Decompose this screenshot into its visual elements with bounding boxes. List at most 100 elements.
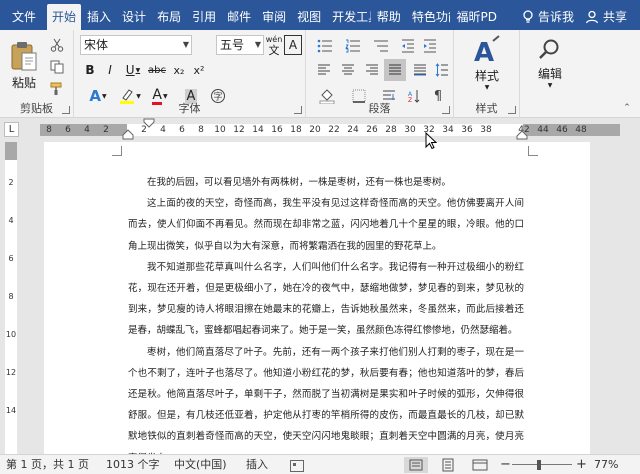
paragraph-dialog-launcher[interactable]: [442, 106, 450, 114]
ruler-number: 10: [214, 125, 226, 135]
justify-button[interactable]: [384, 59, 406, 81]
word-window: 文件 开始 插入 设计 布局 引用 邮件 审阅 视图 开发工具 帮助 特色功能 …: [0, 0, 640, 474]
paintbrush-icon: [50, 82, 62, 95]
paragraph[interactable]: 这上面的夜的天空，奇怪而高，我生平没有见过这样奇怪而高的天空。他仿佛要离开人间而…: [128, 193, 524, 257]
person-icon: [585, 10, 599, 24]
format-painter-button[interactable]: [48, 80, 66, 98]
paragraph[interactable]: 枣树，他们简直落尽了叶子。先前，还有一两个孩子来打他们别人打剩的枣子，现在是一个…: [128, 342, 524, 454]
word-count[interactable]: 1013 个字: [106, 455, 160, 474]
read-mode-button[interactable]: [404, 457, 428, 473]
tab-help[interactable]: 帮助: [372, 4, 406, 30]
ruler-number: 6: [65, 125, 71, 135]
bullets-button[interactable]: [312, 36, 338, 56]
left-indent-marker[interactable]: [122, 118, 134, 142]
outdent-icon: [402, 39, 414, 53]
read-mode-icon: [409, 459, 423, 471]
zoom-level[interactable]: 77%: [594, 455, 618, 474]
tab-selector-button[interactable]: L: [4, 122, 19, 137]
chevron-down-icon: ▼: [547, 82, 553, 89]
wen-button[interactable]: wén 文: [266, 35, 283, 58]
vertical-ruler-number: 14: [5, 406, 17, 415]
macro-record-button[interactable]: [290, 459, 304, 472]
language-indicator[interactable]: 中文(中国): [174, 455, 227, 474]
tab-special-features[interactable]: 特色功能: [407, 4, 451, 30]
tab-mailings[interactable]: 邮件: [222, 4, 256, 30]
chevron-down-icon: ▼: [135, 66, 141, 74]
crop-mark-top-right: [528, 146, 538, 156]
document-page[interactable]: 在我的后园，可以看见墙外有两株树，一株是枣树，还有一株也是枣树。 这上面的夜的天…: [44, 142, 590, 454]
align-center-icon: [342, 64, 354, 75]
ruler-number: 36: [461, 125, 473, 135]
page-count[interactable]: 第 1 页，共 1 页: [6, 455, 89, 474]
web-layout-button[interactable]: [468, 457, 492, 473]
numbering-button[interactable]: [340, 36, 366, 56]
cut-button[interactable]: [48, 36, 66, 54]
numbered-list-icon: [345, 39, 360, 53]
italic-button[interactable]: I: [102, 60, 118, 80]
ruler-number: 4: [160, 125, 166, 135]
editing-button[interactable]: 编辑 ▼: [528, 34, 572, 92]
insert-mode[interactable]: 插入: [246, 455, 268, 474]
share-button[interactable]: 共享: [580, 4, 632, 30]
character-border-button[interactable]: A: [284, 35, 302, 55]
tab-layout[interactable]: 布局: [152, 4, 186, 30]
tab-view[interactable]: 视图: [292, 4, 326, 30]
tab-foxit-pdf[interactable]: 福昕PD: [451, 4, 501, 30]
tab-design[interactable]: 设计: [117, 4, 151, 30]
tab-insert[interactable]: 插入: [82, 4, 116, 30]
styles-button[interactable]: A 样式 ▼: [464, 34, 510, 92]
paragraph[interactable]: 我不知道那些花草真叫什么名字，人们叫他们什么名字。我记得有一种开过极细小的粉红花…: [128, 257, 524, 342]
styles-dialog-launcher[interactable]: [508, 106, 516, 114]
increase-indent-button[interactable]: [420, 36, 440, 56]
align-left-button[interactable]: [314, 60, 334, 80]
tab-home[interactable]: 开始: [47, 4, 82, 30]
zoom-slider-thumb[interactable]: [537, 460, 541, 470]
bullet-list-icon: [317, 39, 332, 53]
copy-button[interactable]: [48, 58, 66, 76]
crop-mark-top-left: [112, 146, 122, 156]
paragraph[interactable]: 在我的后园，可以看见墙外有两株树，一株是枣树，还有一株也是枣树。: [128, 172, 524, 193]
horizontal-ruler[interactable]: L 8 6 4 2 2 4 6 8 10 12 14 16 18 20 22 24 26 28 30 32 34 36 38…: [0, 118, 640, 142]
document-canvas[interactable]: 在我的后园，可以看见墙外有两株树，一株是枣树，还有一株也是枣树。 这上面的夜的天…: [20, 142, 640, 454]
print-layout-button[interactable]: [436, 457, 460, 473]
decrease-indent-button[interactable]: [398, 36, 418, 56]
right-indent-marker[interactable]: [516, 126, 528, 140]
zoom-slider-track[interactable]: [512, 464, 572, 465]
superscript-button[interactable]: x²: [190, 60, 208, 80]
tab-file[interactable]: 文件: [0, 4, 46, 30]
first-line-indent-marker[interactable]: [143, 118, 155, 130]
collapse-ribbon-button[interactable]: ⌃: [620, 102, 634, 114]
zoom-in-button[interactable]: +: [576, 455, 587, 474]
tab-developer[interactable]: 开发工具: [327, 4, 371, 30]
font-name-combo[interactable]: 宋体 ▼: [80, 35, 192, 55]
line-spacing-button[interactable]: [432, 60, 452, 80]
font-dialog-launcher[interactable]: [294, 106, 302, 114]
distributed-button[interactable]: [410, 60, 430, 80]
align-center-button[interactable]: [338, 60, 358, 80]
tab-review[interactable]: 审阅: [257, 4, 291, 30]
tab-references[interactable]: 引用: [187, 4, 221, 30]
svg-text:A: A: [474, 38, 494, 65]
ruler-number: 24: [347, 125, 359, 135]
ruler-number: 30: [404, 125, 416, 135]
subscript-button[interactable]: x₂: [170, 60, 188, 80]
zoom-out-button[interactable]: −: [500, 455, 511, 474]
ruler-number: 26: [366, 125, 378, 135]
vertical-ruler-number: 12: [5, 368, 17, 377]
ruler-number: 38: [480, 125, 492, 135]
document-body[interactable]: 在我的后园，可以看见墙外有两株树，一株是枣树，还有一株也是枣树。 这上面的夜的天…: [128, 172, 524, 454]
vertical-ruler-number: 2: [8, 178, 14, 187]
clipboard-dialog-launcher[interactable]: [62, 106, 70, 114]
strikethrough-button[interactable]: abc: [146, 60, 168, 80]
font-size-combo[interactable]: 五号 ▼: [216, 35, 264, 55]
chevron-down-icon: ▼: [101, 92, 107, 100]
bold-button[interactable]: B: [82, 60, 98, 80]
chevron-up-icon: ⌃: [623, 103, 631, 113]
mouse-cursor-icon: [425, 132, 437, 150]
tell-me-search[interactable]: 告诉我: [517, 4, 579, 30]
align-right-button[interactable]: [362, 60, 382, 80]
multilevel-list-button[interactable]: [368, 36, 394, 56]
underline-button[interactable]: U ▼: [122, 60, 144, 80]
paste-button[interactable]: 粘贴: [5, 34, 43, 96]
ruler-number: 46: [556, 125, 568, 135]
